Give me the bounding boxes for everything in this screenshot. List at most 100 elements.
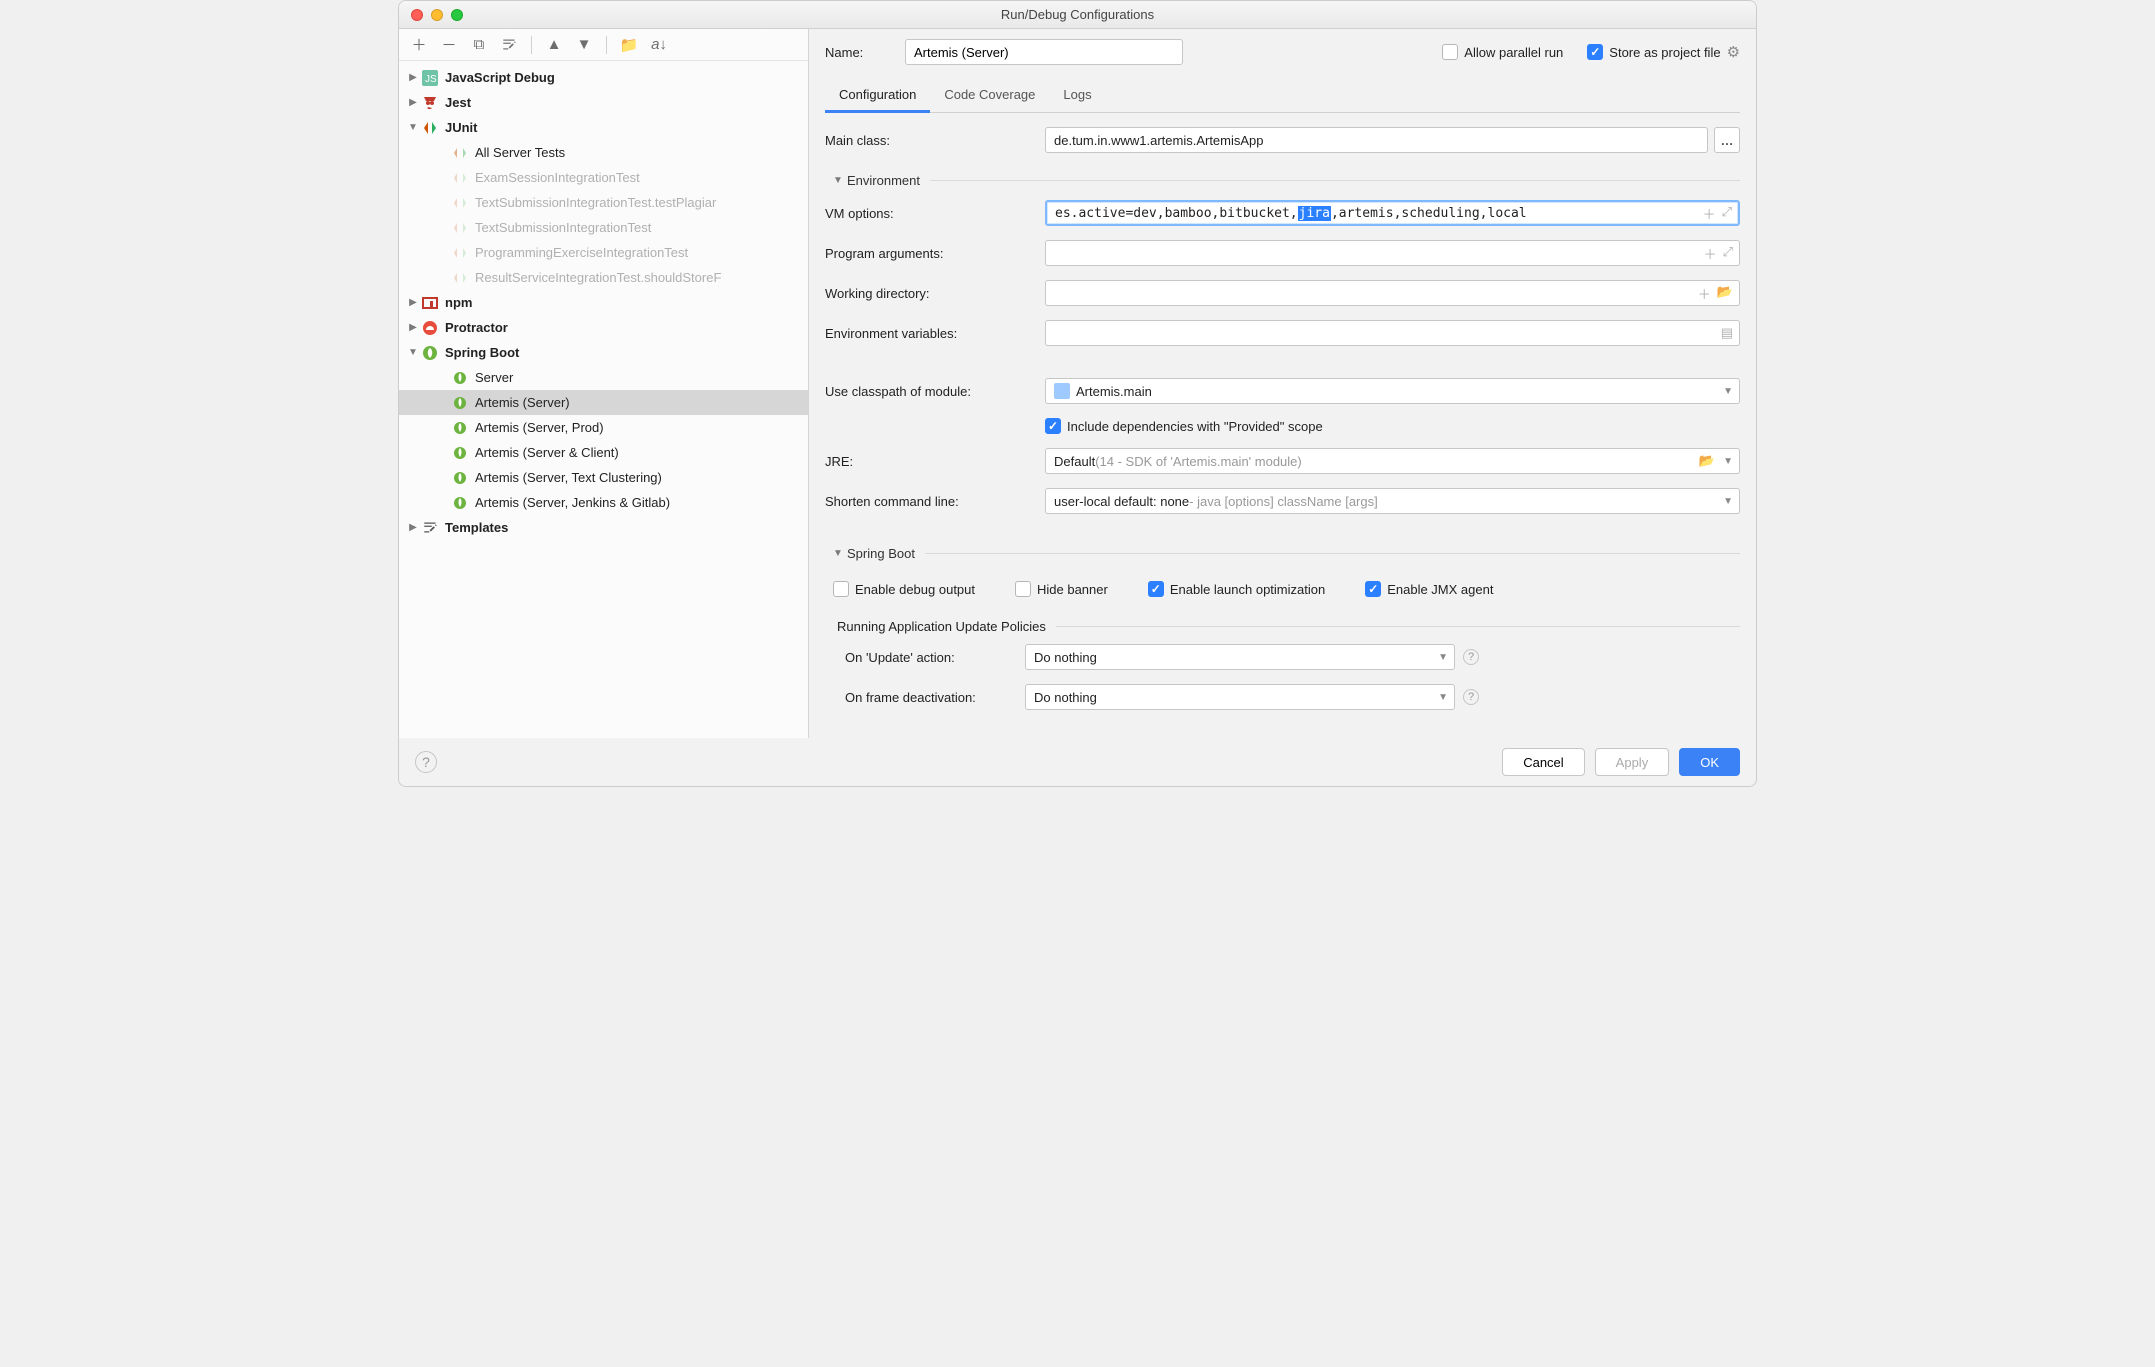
tab-logs[interactable]: Logs bbox=[1049, 79, 1105, 112]
tree-item-artemis-text-clustering[interactable]: Artemis (Server, Text Clustering) bbox=[399, 465, 808, 490]
move-down-icon[interactable]: ▼ bbox=[576, 37, 592, 53]
enable-launch-optimization-checkbox[interactable] bbox=[1148, 581, 1164, 597]
tree-group-templates[interactable]: ▶Templates bbox=[399, 515, 808, 540]
main-class-label: Main class: bbox=[825, 133, 1045, 148]
tree-item-text-submission[interactable]: TextSubmissionIntegrationTest bbox=[399, 215, 808, 240]
help-icon[interactable]: ? bbox=[1463, 649, 1479, 665]
help-button[interactable]: ? bbox=[415, 751, 437, 773]
classpath-module-select[interactable]: Artemis.main▼ bbox=[1045, 378, 1740, 404]
main-class-browse-button[interactable]: … bbox=[1714, 127, 1740, 153]
tree-item-programming-exercise[interactable]: ProgrammingExerciseIntegrationTest bbox=[399, 240, 808, 265]
list-icon[interactable]: ▤ bbox=[1721, 325, 1733, 341]
hide-banner-label: Hide banner bbox=[1037, 582, 1108, 597]
browse-folder-icon[interactable]: 📂 bbox=[1699, 453, 1715, 469]
tree-item-artemis-jenkins-gitlab[interactable]: Artemis (Server, Jenkins & Gitlab) bbox=[399, 490, 808, 515]
tree-item-artemis-server-client[interactable]: Artemis (Server & Client) bbox=[399, 440, 808, 465]
spring-item-icon bbox=[451, 469, 469, 487]
tree-item-result-service[interactable]: ResultServiceIntegrationTest.shouldStore… bbox=[399, 265, 808, 290]
include-provided-label: Include dependencies with "Provided" sco… bbox=[1067, 419, 1323, 434]
tree-group-spring-boot[interactable]: ▼Spring Boot bbox=[399, 340, 808, 365]
environment-section-header[interactable]: ▼Environment bbox=[833, 173, 1740, 188]
tree-group-jest[interactable]: ▶Jest bbox=[399, 90, 808, 115]
enable-launch-optimization-label: Enable launch optimization bbox=[1170, 582, 1325, 597]
environment-variables-label: Environment variables: bbox=[825, 326, 1045, 341]
cancel-button[interactable]: Cancel bbox=[1502, 748, 1584, 776]
tree-item-artemis-server-prod[interactable]: Artemis (Server, Prod) bbox=[399, 415, 808, 440]
add-configuration-icon[interactable]: ＋ bbox=[411, 37, 427, 53]
tree-item-exam-session[interactable]: ExamSessionIntegrationTest bbox=[399, 165, 808, 190]
edit-templates-icon[interactable] bbox=[501, 37, 517, 53]
tree-item-text-submission-plagiar[interactable]: TextSubmissionIntegrationTest.testPlagia… bbox=[399, 190, 808, 215]
junit-item-icon bbox=[451, 144, 469, 162]
new-folder-icon[interactable]: 📁 bbox=[621, 37, 637, 53]
dialog-footer: ? Cancel Apply OK bbox=[399, 738, 1756, 786]
sort-icon[interactable]: a↓ bbox=[651, 37, 667, 53]
ok-button[interactable]: OK bbox=[1679, 748, 1740, 776]
protractor-icon bbox=[421, 319, 439, 337]
browse-folder-icon[interactable]: 📂 bbox=[1717, 284, 1733, 303]
environment-variables-input[interactable]: ▤ bbox=[1045, 320, 1740, 346]
apply-button[interactable]: Apply bbox=[1595, 748, 1670, 776]
vm-options-input[interactable]: es.active=dev,bamboo,bitbucket,jira,arte… bbox=[1045, 200, 1740, 226]
spring-item-icon bbox=[451, 394, 469, 412]
chevron-down-icon: ▼ bbox=[1723, 386, 1733, 397]
hide-banner-checkbox[interactable] bbox=[1015, 581, 1031, 597]
insert-icon[interactable]: ＋ bbox=[1704, 244, 1717, 263]
store-as-project-file-label: Store as project file bbox=[1609, 45, 1720, 60]
tree-item-all-server-tests[interactable]: All Server Tests bbox=[399, 140, 808, 165]
tab-configuration[interactable]: Configuration bbox=[825, 79, 930, 113]
junit-item-icon bbox=[451, 269, 469, 287]
templates-icon bbox=[421, 519, 439, 537]
spring-boot-section-header[interactable]: ▼Spring Boot bbox=[833, 546, 1740, 561]
name-input[interactable] bbox=[905, 39, 1183, 65]
program-arguments-input[interactable]: ＋⤢ bbox=[1045, 240, 1740, 266]
enable-jmx-agent-label: Enable JMX agent bbox=[1387, 582, 1493, 597]
shorten-command-select[interactable]: user-local default: none - java [options… bbox=[1045, 488, 1740, 514]
chevron-down-icon: ▼ bbox=[1723, 496, 1733, 507]
tree-group-junit[interactable]: ▼JUnit bbox=[399, 115, 808, 140]
on-frame-deactivation-label: On frame deactivation: bbox=[825, 690, 1025, 705]
insert-icon[interactable]: ＋ bbox=[1703, 204, 1716, 223]
program-arguments-label: Program arguments: bbox=[825, 246, 1045, 261]
junit-item-icon bbox=[451, 244, 469, 262]
minimize-window-button[interactable] bbox=[431, 9, 443, 21]
copy-configuration-icon[interactable]: ⧉ bbox=[471, 37, 487, 53]
tree-item-artemis-server[interactable]: Artemis (Server) bbox=[399, 390, 808, 415]
enable-debug-output-checkbox[interactable] bbox=[833, 581, 849, 597]
gear-icon[interactable]: ⚙ bbox=[1727, 43, 1740, 61]
zoom-window-button[interactable] bbox=[451, 9, 463, 21]
junit-item-icon bbox=[451, 169, 469, 187]
insert-icon[interactable]: ＋ bbox=[1698, 284, 1711, 303]
on-update-action-select[interactable]: Do nothing▼ bbox=[1025, 644, 1455, 670]
remove-configuration-icon[interactable]: － bbox=[441, 37, 457, 53]
vm-options-label: VM options: bbox=[825, 206, 1045, 221]
main-class-input[interactable]: de.tum.in.www1.artemis.ArtemisApp bbox=[1045, 127, 1708, 153]
spring-boot-icon bbox=[421, 344, 439, 362]
on-frame-deactivation-select[interactable]: Do nothing▼ bbox=[1025, 684, 1455, 710]
tree-group-js-debug[interactable]: ▶JSJavaScript Debug bbox=[399, 65, 808, 90]
expand-icon[interactable]: ⤢ bbox=[1722, 204, 1732, 223]
on-update-action-label: On 'Update' action: bbox=[825, 650, 1025, 665]
tree-group-protractor[interactable]: ▶Protractor bbox=[399, 315, 808, 340]
tree-item-server[interactable]: Server bbox=[399, 365, 808, 390]
tab-code-coverage[interactable]: Code Coverage bbox=[930, 79, 1049, 112]
move-up-icon[interactable]: ▲ bbox=[546, 37, 562, 53]
store-as-project-file-checkbox[interactable] bbox=[1587, 44, 1603, 60]
tree-group-npm[interactable]: ▶npm bbox=[399, 290, 808, 315]
enable-jmx-agent-checkbox[interactable] bbox=[1365, 581, 1381, 597]
window-title: Run/Debug Configurations bbox=[411, 7, 1744, 22]
chevron-down-icon: ▼ bbox=[1723, 456, 1733, 467]
spring-item-icon bbox=[451, 444, 469, 462]
expand-icon[interactable]: ⤢ bbox=[1723, 244, 1733, 263]
close-window-button[interactable] bbox=[411, 9, 423, 21]
configurations-tree[interactable]: ▶JSJavaScript Debug ▶Jest ▼JUnit All Ser… bbox=[399, 61, 808, 738]
jre-select[interactable]: Default (14 - SDK of 'Artemis.main' modu… bbox=[1045, 448, 1740, 474]
help-icon[interactable]: ? bbox=[1463, 689, 1479, 705]
include-provided-checkbox[interactable] bbox=[1045, 418, 1061, 434]
module-icon bbox=[1054, 383, 1070, 399]
name-label: Name: bbox=[825, 45, 905, 60]
allow-parallel-run-checkbox[interactable] bbox=[1442, 44, 1458, 60]
junit-item-icon bbox=[451, 194, 469, 212]
npm-icon bbox=[421, 294, 439, 312]
working-directory-input[interactable]: ＋📂 bbox=[1045, 280, 1740, 306]
